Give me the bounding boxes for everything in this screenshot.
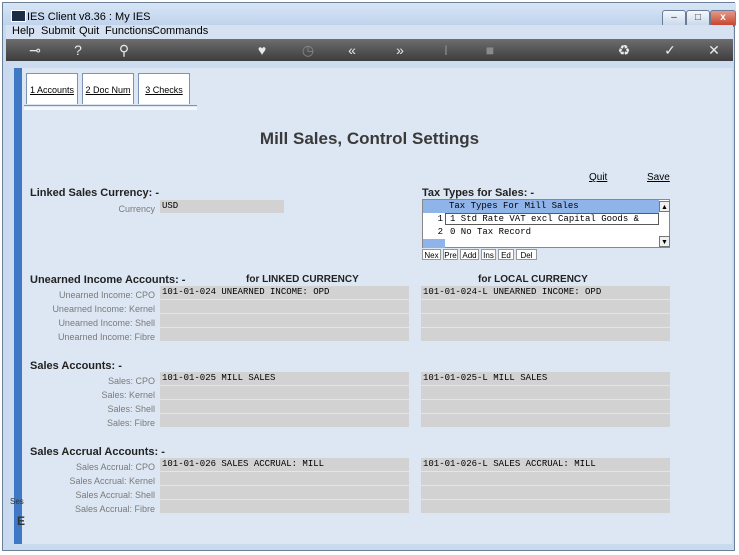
accrual-cpo-local-field[interactable]: 101-01-026-L SALES ACCRUAL: MILL — [421, 458, 670, 471]
list-gutter — [423, 239, 445, 248]
sales-kernel-label: Sales: Kernel — [101, 390, 155, 400]
insert-button[interactable]: Ins — [481, 249, 496, 260]
sales-cpo-label: Sales: CPO — [107, 376, 155, 386]
tax-types-list-header-text: Tax Types For Mill Sales — [449, 201, 579, 211]
unearned-fibre-local-field[interactable] — [421, 328, 670, 341]
accrual-kernel-linked-field[interactable] — [160, 472, 409, 485]
sales-accrual-title: Sales Accrual Accounts: - — [30, 446, 165, 458]
tab-shadow — [24, 107, 197, 110]
accrual-shell-linked-field[interactable] — [160, 486, 409, 499]
scroll-up-icon[interactable]: ▲ — [659, 201, 670, 212]
unearned-cpo-local-field[interactable]: 101-01-024-L UNEARNED INCOME: OPD — [421, 286, 670, 299]
accrual-fibre-local-field[interactable] — [421, 500, 670, 513]
sales-shell-local-field[interactable] — [421, 400, 670, 413]
save-link[interactable]: Save — [647, 172, 670, 183]
check-icon[interactable]: ✓ — [660, 42, 680, 59]
currency-label: Currency — [118, 204, 155, 214]
sales-cpo-linked-field[interactable]: 101-01-025 MILL SALES — [160, 372, 409, 385]
tax-types-title: Tax Types for Sales: - — [422, 187, 535, 199]
tab-accounts[interactable]: 1 Accounts — [26, 73, 78, 104]
tax-types-list[interactable]: Tax Types For Mill Sales 1 1 Std Rate VA… — [422, 199, 670, 248]
unearned-kernel-linked-field[interactable] — [160, 300, 409, 313]
unearned-kernel-label: Unearned Income: Kernel — [52, 304, 155, 314]
title-bar: IES Client v8.36 : My IES – □ x — [3, 3, 736, 27]
tax-row-num: 2 — [437, 227, 443, 237]
edge-text-e: E — [17, 514, 26, 528]
scroll-down-icon[interactable]: ▼ — [659, 236, 670, 247]
previous-button[interactable]: Pre — [443, 249, 458, 260]
unearned-shell-linked-field[interactable] — [160, 314, 409, 327]
menu-functions[interactable]: Functions — [105, 25, 153, 37]
accrual-kernel-local-field[interactable] — [421, 472, 670, 485]
unearned-shell-label: Unearned Income: Shell — [58, 318, 155, 328]
tab-doc-num[interactable]: 2 Doc Num — [82, 73, 134, 104]
unearned-kernel-local-field[interactable] — [421, 300, 670, 313]
accrual-shell-label: Sales Accrual: Shell — [75, 490, 155, 500]
sales-kernel-local-field[interactable] — [421, 386, 670, 399]
tax-row-text: 1 Std Rate VAT excl Capital Goods & — [450, 214, 640, 224]
unearned-income-title: Unearned Income Accounts: - — [30, 274, 186, 286]
menu-commands[interactable]: Commands — [152, 25, 208, 37]
heart-icon[interactable]: ♥ — [252, 42, 272, 58]
accrual-kernel-label: Sales Accrual: Kernel — [69, 476, 155, 486]
unearned-fibre-linked-field[interactable] — [160, 328, 409, 341]
edit-button[interactable]: Ed — [498, 249, 514, 260]
delete-button[interactable]: Del — [516, 249, 537, 260]
tab-doc-num-label: 2 Doc Num — [85, 85, 131, 95]
linked-currency-header: for LINKED CURRENCY — [246, 274, 359, 285]
unearned-cpo-linked-field[interactable]: 101-01-024 UNEARNED INCOME: OPD — [160, 286, 409, 299]
tax-row-num: 1 — [437, 214, 443, 224]
menu-help[interactable]: Help — [12, 25, 35, 37]
tab-accounts-label: 1 Accounts — [29, 85, 75, 95]
linked-sales-currency-title: Linked Sales Currency: - — [30, 187, 159, 199]
unearned-shell-local-field[interactable] — [421, 314, 670, 327]
sales-cpo-local-field[interactable]: 101-01-025-L MILL SALES — [421, 372, 670, 385]
tax-row-text: 0 No Tax Record — [450, 227, 532, 237]
sales-shell-label: Sales: Shell — [107, 404, 155, 414]
search-icon[interactable]: ⚲ — [114, 42, 134, 59]
sales-fibre-local-field[interactable] — [421, 414, 670, 427]
sales-accounts-title: Sales Accounts: - — [30, 360, 122, 372]
unearned-fibre-label: Unearned Income: Fibre — [57, 332, 155, 342]
accrual-fibre-linked-field[interactable] — [160, 500, 409, 513]
tab-checks[interactable]: 3 Checks — [138, 73, 190, 104]
next-button[interactable]: Nex — [422, 249, 441, 260]
add-button[interactable]: Add — [460, 249, 479, 260]
sales-shell-linked-field[interactable] — [160, 400, 409, 413]
quit-link[interactable]: Quit — [589, 172, 607, 183]
edge-text-session: Ses — [10, 497, 24, 506]
unearned-cpo-label: Unearned Income: CPO — [58, 290, 155, 300]
clock-icon[interactable]: ◷ — [298, 42, 318, 59]
window-title: IES Client v8.36 : My IES — [27, 11, 151, 23]
page-title: Mill Sales, Control Settings — [259, 129, 480, 148]
sales-fibre-linked-field[interactable] — [160, 414, 409, 427]
help-icon[interactable]: ? — [68, 42, 88, 58]
local-currency-header: for LOCAL CURRENCY — [478, 274, 588, 285]
app-icon — [11, 10, 26, 22]
accrual-shell-local-field[interactable] — [421, 486, 670, 499]
tax-types-list-header: Tax Types For Mill Sales — [423, 200, 659, 213]
currency-field[interactable]: USD — [160, 200, 284, 213]
tab-bar: 1 Accounts 2 Doc Num 3 Checks — [26, 73, 196, 109]
close-icon[interactable]: ✕ — [704, 42, 724, 59]
square-icon[interactable]: ■ — [480, 42, 500, 58]
menu-submit[interactable]: Submit — [41, 25, 75, 37]
sales-fibre-label: Sales: Fibre — [106, 418, 155, 428]
accrual-cpo-label: Sales Accrual: CPO — [75, 462, 155, 472]
recycle-icon[interactable]: ♻ — [614, 42, 634, 59]
rewind-icon[interactable]: « — [342, 42, 362, 58]
tab-underline — [24, 105, 197, 106]
menu-bar: Help Submit Quit Functions Commands — [6, 25, 733, 39]
list-item[interactable]: 2 0 No Tax Record — [423, 226, 659, 238]
text-cursor-icon[interactable]: I — [436, 42, 456, 58]
key-icon[interactable]: ⊸ — [22, 42, 48, 59]
sales-kernel-linked-field[interactable] — [160, 386, 409, 399]
toolbar: ⊸ ? ⚲ ♥ ◷ « » I ■ ♻ ✓ ✕ — [6, 39, 733, 61]
list-item[interactable]: 1 1 Std Rate VAT excl Capital Goods & — [423, 213, 659, 225]
menu-quit[interactable]: Quit — [79, 25, 99, 37]
accrual-fibre-label: Sales Accrual: Fibre — [74, 504, 155, 514]
forward-icon[interactable]: » — [390, 42, 410, 58]
accrual-cpo-linked-field[interactable]: 101-01-026 SALES ACCRUAL: MILL — [160, 458, 409, 471]
tab-checks-label: 3 Checks — [145, 85, 183, 95]
